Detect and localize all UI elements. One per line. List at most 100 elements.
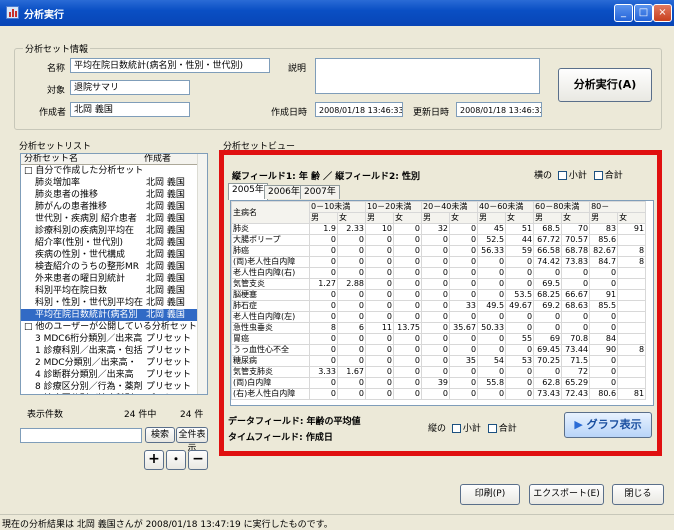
list-item[interactable]: 疾病の性別・世代構成 北岡 義国 — [21, 249, 207, 261]
list-item-name: 診療科別の疾病別平均在 — [35, 226, 135, 236]
table-row[interactable]: (両)白内障 0 0 0 0 39 0 55.8 0 62.8 65.29 0 — [231, 377, 647, 389]
name-field[interactable]: 平均在院日数統計(病名別・性別・世代別) — [70, 58, 270, 73]
v-subtotal-checkbox[interactable] — [451, 424, 461, 433]
table-row[interactable]: 老人性白内障(右) 0 0 0 0 0 0 0 0 0 0 0 — [231, 267, 647, 279]
value-cell: 0 — [589, 377, 619, 389]
value-cell: 0 — [449, 223, 479, 235]
remove-set-button[interactable]: − — [188, 450, 208, 470]
list-item[interactable]: 肺がんの患者推移 北岡 義国 — [21, 201, 207, 213]
table-row[interactable]: うっ血性心不全 0 0 0 0 0 0 0 0 69.45 73.44 90 8 — [231, 344, 647, 356]
value-cell: 83 — [589, 223, 619, 235]
target-field[interactable]: 退院サマリ — [70, 80, 190, 95]
author-field[interactable]: 北岡 義国 — [70, 102, 190, 117]
export-button[interactable]: エクスポート(E) — [529, 484, 604, 505]
list-item[interactable]: 検査紹介のうちの整形MR 北岡 義国 — [21, 261, 207, 273]
col-name-header[interactable]: 分析セット名 — [24, 154, 78, 165]
tab-2007[interactable]: 2007年 — [300, 185, 340, 199]
description-field[interactable] — [315, 58, 540, 94]
value-cell — [617, 366, 647, 378]
value-cell: 0 — [309, 245, 338, 257]
list-item[interactable]: 肺炎増加率 北岡 義国 — [21, 177, 207, 189]
list-item[interactable]: 2 MDC分類別／出来高・ プリセット — [21, 357, 207, 369]
list-item[interactable]: 9 診療区分別／診療科別プリセット — [21, 393, 207, 394]
search-button[interactable]: 検索 — [145, 427, 175, 443]
table-row[interactable]: 胃癌 0 0 0 0 0 0 0 55 69 70.8 84 — [231, 333, 647, 345]
table-row[interactable]: 気管支炎 1.27 2.88 0 0 0 0 0 0 69.5 0 0 — [231, 278, 647, 290]
show-all-button[interactable]: 全件表示 — [176, 427, 208, 454]
h-subtotal-checkbox[interactable] — [557, 171, 567, 180]
table-row[interactable]: 糖尿病 0 0 0 0 0 35 54 53 70.25 71.5 0 — [231, 355, 647, 367]
add-set-button[interactable]: + — [144, 450, 164, 470]
minimize-button[interactable]: _ — [614, 4, 633, 22]
list-item[interactable]: 科別・性別・世代別平均在 北岡 義国 — [21, 297, 207, 309]
list-item-author: プリセット — [146, 370, 192, 380]
maximize-button[interactable]: □ — [634, 4, 653, 22]
table-row[interactable]: 肺癌 0 0 0 0 0 0 56.33 59 66.58 68.78 82.67 8 — [231, 245, 647, 257]
h-total-checkbox[interactable] — [593, 171, 603, 180]
value-cell: 13.75 — [392, 322, 423, 334]
list-item[interactable]: 世代別・疾病別 紹介患者 北岡 義国 — [21, 213, 207, 225]
analysis-set-list[interactable]: 分析セット名 作成者 □ 自分で作成した分析セット 肺炎増加率 北岡 義国 肺炎患者の… — [20, 153, 208, 395]
list-item[interactable]: 4 診断群分類別／出来高 プリセット — [21, 369, 207, 381]
value-cell: 0 — [365, 377, 394, 389]
value-cell: 0 — [337, 300, 366, 312]
table-row[interactable]: 肺炎 1.9 2.33 10 0 32 0 45 51 68.5 70 83 91 — [231, 223, 647, 235]
search-input[interactable] — [20, 428, 142, 443]
tab-2006[interactable]: 2006年 — [264, 185, 304, 199]
list-item[interactable]: 診療科別の疾病別平均在 北岡 義国 — [21, 225, 207, 237]
list-item-author: プリセット — [146, 334, 192, 344]
v-total-checkbox[interactable] — [487, 424, 497, 433]
list-item[interactable]: □ 他のユーザーが公開している分析セット — [21, 321, 207, 333]
female-header: 女 — [337, 212, 366, 224]
created-field[interactable]: 2008/01/18 13:46:33 — [315, 102, 403, 117]
graph-button[interactable]: ▶ グラフ表示 — [564, 412, 652, 438]
list-scrollbar[interactable] — [197, 154, 207, 394]
table-row[interactable]: 急性虫垂炎 8 6 11 13.75 0 35.67 50.33 0 0 0 0 — [231, 322, 647, 334]
run-analysis-button[interactable]: 分析実行(A) — [558, 68, 652, 102]
list-item[interactable]: □ 自分で作成した分析セット — [21, 165, 207, 177]
list-item[interactable]: 8 診療区分別／行為・薬剤 プリセット — [21, 381, 207, 393]
value-cell: 73.44 — [561, 344, 591, 356]
table-row[interactable]: (両)老人性白内障 0 0 0 0 0 0 0 0 74.42 73.83 84.7 8 — [231, 256, 647, 268]
list-item[interactable]: 1 診療科別／出来高・包括 プリセット — [21, 345, 207, 357]
value-cell: 0 — [392, 333, 423, 345]
print-button[interactable]: 印刷(P) — [460, 484, 520, 505]
title-bar: 分析実行 _ □ × — [0, 0, 674, 26]
value-cell: 0 — [365, 234, 394, 246]
value-cell: 49.67 — [505, 300, 535, 312]
value-cell: 0 — [477, 333, 507, 345]
value-cell: 0 — [533, 322, 563, 334]
list-item[interactable]: 3 MDC6桁分類別／出来高 プリセット — [21, 333, 207, 345]
table-row[interactable]: 脳梗塞 0 0 0 0 0 0 0 53.5 68.25 66.67 91 — [231, 289, 647, 301]
list-item[interactable]: 平均在院日数統計(病名別 北岡 義国 — [21, 309, 207, 321]
close-button[interactable]: 閉じる — [612, 484, 664, 505]
value-cell: 0 — [421, 300, 451, 312]
table-row[interactable]: 肺石症 0 0 0 0 0 33 49.5 49.67 69.2 68.63 85.5 — [231, 300, 647, 312]
table-row[interactable]: 大腸ポリープ 0 0 0 0 0 0 52.5 44 67.72 70.57 85.6 — [231, 234, 647, 246]
value-cell: 0 — [449, 311, 479, 323]
female-header: 女 — [392, 212, 423, 224]
female-header: 女 — [505, 212, 535, 224]
table-row[interactable]: 気管支肺炎 3.33 1.67 0 0 0 0 0 0 0 72 0 — [231, 366, 647, 378]
close-window-button[interactable]: × — [653, 4, 672, 22]
list-item[interactable]: 紹介率(性別・世代別) 北岡 義国 — [21, 237, 207, 249]
value-cell: 0 — [365, 344, 394, 356]
age-group-header: 10－20未満 — [364, 201, 423, 213]
value-cell — [617, 289, 647, 301]
table-row[interactable]: 老人性白内障(左) 0 0 0 0 0 0 0 0 0 0 0 — [231, 311, 647, 323]
result-grid[interactable]: 主病名 0－10未満 10－20未満 20－40未満 40－60未満 60－80未満 80－… — [230, 200, 654, 406]
col-author-header[interactable]: 作成者 — [144, 154, 171, 165]
list-item-author: 北岡 義国 — [146, 178, 185, 188]
tab-2005[interactable]: 2005年 — [228, 183, 268, 200]
list-item[interactable]: 肺炎患者の推移 北岡 義国 — [21, 189, 207, 201]
table-row[interactable]: (右)老人性白内障 0 0 0 0 0 0 0 0 73.43 72.43 80.6 81 — [231, 388, 647, 400]
male-header: 男 — [365, 212, 394, 224]
disease-name: 急性虫垂炎 — [231, 322, 310, 334]
list-item[interactable]: 外来患者の曜日別統計 北岡 義国 — [21, 273, 207, 285]
edit-set-button[interactable]: ・ — [166, 450, 186, 470]
value-cell: 0 — [589, 267, 619, 279]
disease-name: 老人性白内障(左) — [231, 311, 310, 323]
updated-field[interactable]: 2008/01/18 13:46:33 — [456, 102, 542, 117]
list-item[interactable]: 科別平均在院日数 北岡 義国 — [21, 285, 207, 297]
disease-name: (両)白内障 — [231, 377, 310, 389]
